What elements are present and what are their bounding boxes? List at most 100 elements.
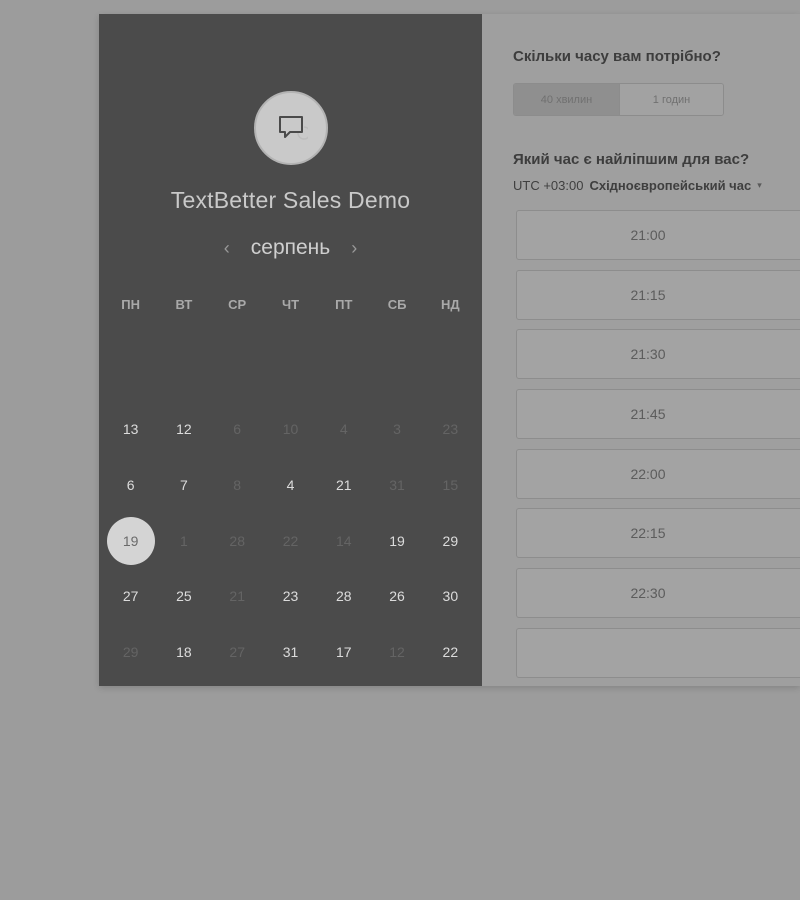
calendar-day-number: 29 xyxy=(122,643,139,660)
calendar-day-number: 21 xyxy=(229,588,245,605)
time-slot-button[interactable]: 21:00 xyxy=(516,210,800,260)
calendar-day: 8 xyxy=(211,457,264,513)
prev-month-button[interactable]: ‹ xyxy=(217,238,237,259)
calendar-day: 3 xyxy=(370,402,423,458)
timezone-offset: UTC +03:00 xyxy=(513,178,584,193)
calendar-day-number: 19 xyxy=(389,532,405,549)
calendar-day-grid: 13 12 6 10 4 3 23 6 7 8 4 21 31 15 19 1 28 22 14 19 29 27 25 21… xyxy=(99,346,482,680)
calendar-day-number: 26 xyxy=(389,588,405,605)
calendar-day: 12 xyxy=(370,624,423,680)
weekday-label: ПТ xyxy=(335,297,353,312)
calendar-day[interactable]: 29 xyxy=(424,513,477,569)
calendar-day-number: 27 xyxy=(229,643,245,660)
calendar-day: 29 xyxy=(104,624,157,680)
time-slot-button[interactable]: 21:30 xyxy=(516,329,800,380)
calendar-day-number: 15 xyxy=(442,476,459,493)
calendar-day-number: 14 xyxy=(335,532,352,549)
calendar-day[interactable]: 23 xyxy=(264,568,317,624)
calendar-day-number: 13 xyxy=(122,421,139,438)
booking-widget: TextBetter Sales Demo ‹ серпень › ПН ВТ … xyxy=(99,14,800,686)
time-slot-list: 21:00 21:15 21:30 21:45 22:00 22:15 22:3… xyxy=(516,210,800,686)
time-slot-label: 21:00 xyxy=(630,227,666,243)
calendar-day[interactable]: 30 xyxy=(424,568,477,624)
calendar-day[interactable]: 28 xyxy=(317,568,370,624)
calendar-day: 6 xyxy=(211,402,264,458)
weekday-label: ПН xyxy=(121,297,140,312)
calendar-day-selected[interactable]: 19 xyxy=(104,513,157,569)
time-slot-button[interactable]: 21:45 xyxy=(516,389,800,440)
calendar-day-number: 12 xyxy=(176,421,192,438)
calendar-day xyxy=(157,346,210,402)
calendar-panel: TextBetter Sales Demo ‹ серпень › ПН ВТ … xyxy=(99,14,482,686)
calendar-day-number: 4 xyxy=(339,421,348,438)
calendar-day-number: 23 xyxy=(442,421,459,438)
weekday-header: ПН ВТ СР ЧТ ПТ СБ НД xyxy=(99,297,482,312)
calendar-day xyxy=(104,346,157,402)
calendar-day: 1 xyxy=(157,513,210,569)
chat-bubble-icon xyxy=(279,116,308,140)
calendar-day-number: 6 xyxy=(126,476,135,493)
time-selection-panel: Скільки часу вам потрібно? 40 хвилин 1 г… xyxy=(482,14,800,686)
next-month-button[interactable]: › xyxy=(344,238,364,259)
calendar-day xyxy=(424,346,477,402)
calendar-day[interactable]: 27 xyxy=(104,568,157,624)
calendar-day-number: 27 xyxy=(122,588,139,605)
calendar-day[interactable]: 12 xyxy=(157,402,210,458)
weekday-label: СБ xyxy=(387,297,407,312)
calendar-day-number: 6 xyxy=(233,421,242,438)
time-slot-button[interactable] xyxy=(516,627,800,678)
calendar-day: 23 xyxy=(424,402,477,458)
company-title: TextBetter Sales Demo xyxy=(170,187,411,213)
time-slot-label: 22:30 xyxy=(630,585,666,602)
calendar-day[interactable]: 25 xyxy=(157,568,210,624)
time-slot-label: 21:30 xyxy=(630,346,666,363)
timezone-selector[interactable]: UTC +03:00 Східноєвропейський час ▾ xyxy=(513,178,762,193)
duration-option-40-min[interactable]: 40 хвилин xyxy=(514,84,620,115)
calendar-day-number: 28 xyxy=(335,588,352,605)
calendar-day: 14 xyxy=(317,513,370,569)
calendar-day[interactable]: 18 xyxy=(157,624,210,680)
calendar-day: 10 xyxy=(264,402,317,458)
calendar-day[interactable]: 19 xyxy=(370,513,423,569)
calendar-day[interactable]: 21 xyxy=(317,457,370,513)
calendar-day[interactable]: 4 xyxy=(264,457,317,513)
weekday-label: СР xyxy=(228,297,247,312)
calendar-day-number: 30 xyxy=(442,588,459,605)
calendar-day-number: 7 xyxy=(180,476,188,493)
calendar-day[interactable]: 26 xyxy=(370,568,423,624)
calendar-day: 22 xyxy=(264,513,317,569)
calendar-day-number: 4 xyxy=(286,476,295,493)
calendar-day[interactable]: 13 xyxy=(104,402,157,458)
calendar-day[interactable]: 7 xyxy=(157,457,210,513)
weekday-label: ВТ xyxy=(175,297,193,312)
timezone-name: Східноєвропейський час xyxy=(589,178,752,193)
calendar-day-number: 22 xyxy=(282,532,299,549)
calendar-day-number: 31 xyxy=(282,643,299,660)
time-slot-label: 21:15 xyxy=(630,286,666,303)
time-slot-button[interactable]: 22:15 xyxy=(516,508,800,559)
company-avatar xyxy=(254,91,328,165)
calendar-day xyxy=(370,346,423,402)
time-slot-button[interactable]: 21:15 xyxy=(516,269,800,320)
current-month-label: серпень xyxy=(250,236,331,259)
calendar-day[interactable]: 6 xyxy=(104,457,157,513)
time-slot-button[interactable]: 22:30 xyxy=(516,568,800,619)
time-slot-label: 22:15 xyxy=(630,525,666,542)
calendar-day[interactable]: 17 xyxy=(317,624,370,680)
calendar-day-number: 1 xyxy=(180,532,188,549)
calendar-day-number: 31 xyxy=(389,476,405,493)
calendar-day-number: 25 xyxy=(176,588,192,605)
duration-heading: Скільки часу вам потрібно? xyxy=(513,48,721,65)
calendar-day-number: 22 xyxy=(442,643,459,660)
weekday-label: НД xyxy=(441,297,460,312)
calendar-day[interactable]: 31 xyxy=(264,624,317,680)
calendar-day-number: 8 xyxy=(233,476,242,493)
calendar-day-number: 19 xyxy=(106,516,155,565)
calendar-day xyxy=(264,346,317,402)
time-slot-label: 22:00 xyxy=(630,465,666,482)
time-slot-button[interactable]: 22:00 xyxy=(516,448,800,499)
calendar-day-number: 29 xyxy=(442,532,459,549)
duration-toggle: 40 хвилин 1 годин xyxy=(513,83,724,116)
calendar-day[interactable]: 22 xyxy=(424,624,477,680)
duration-option-1-hour[interactable]: 1 годин xyxy=(620,84,723,115)
